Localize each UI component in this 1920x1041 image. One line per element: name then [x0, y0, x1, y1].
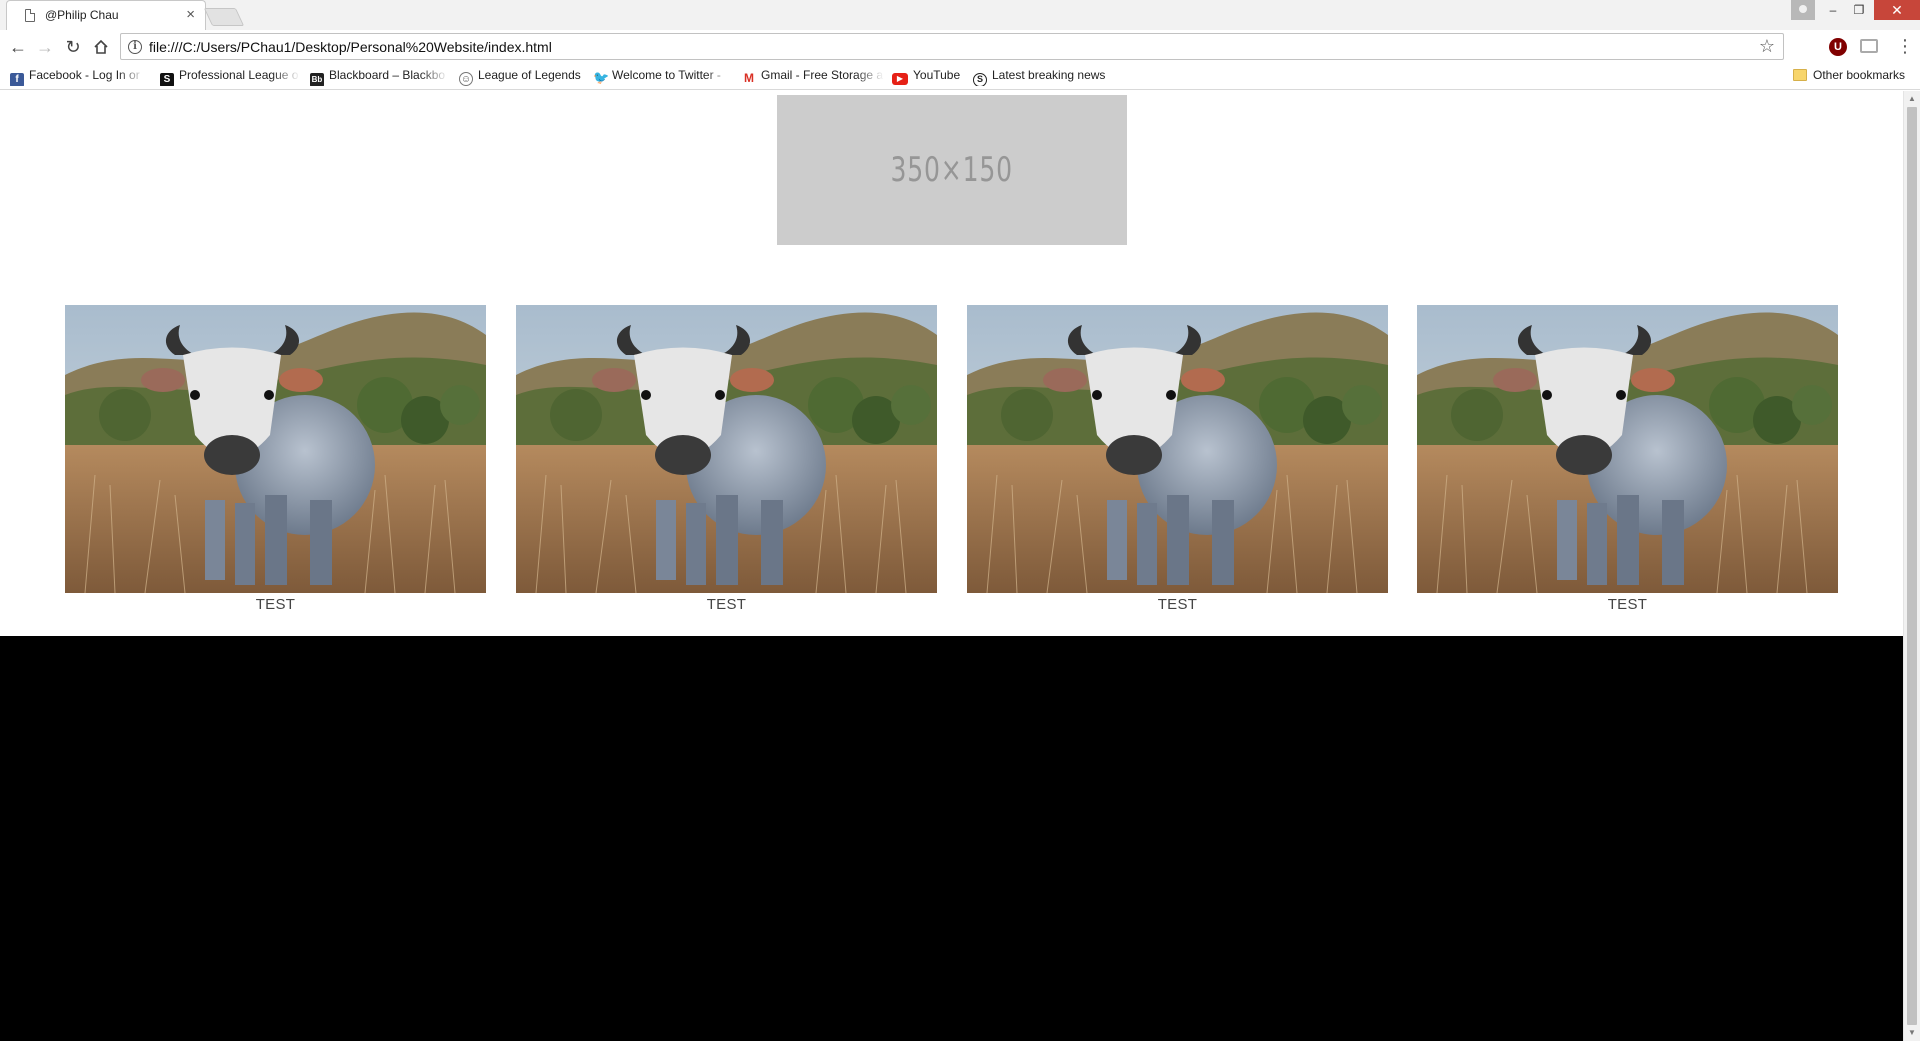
info-icon[interactable]: i: [128, 40, 142, 54]
bull-photo: [967, 305, 1388, 593]
address-bar[interactable]: i file:///C:/Users/PChau1/Desktop/Person…: [120, 33, 1784, 60]
bookmark-latest-news[interactable]: S Latest breaking news: [973, 68, 1123, 86]
vertical-scrollbar[interactable]: ▲ ▼: [1903, 91, 1920, 1041]
bookmark-professional-league[interactable]: S Professional League o: [160, 68, 300, 86]
bull-photo: [65, 305, 486, 593]
page-icon: [25, 9, 35, 22]
gallery-card[interactable]: TEST: [65, 305, 486, 613]
other-bookmarks[interactable]: Other bookmarks: [1793, 68, 1905, 82]
hero-placeholder-image: 350×150: [777, 95, 1127, 245]
bookmark-facebook[interactable]: f Facebook - Log In or: [10, 68, 145, 86]
close-window-button[interactable]: ✕: [1874, 0, 1920, 20]
browser-toolbar: ← → ↻ i file:///C:/Users/PChau1/Desktop/…: [0, 30, 1920, 63]
menu-icon[interactable]: ⋮: [1896, 35, 1914, 57]
folder-icon: [1793, 69, 1807, 81]
tab-close-icon[interactable]: ×: [186, 6, 195, 24]
facebook-icon: f: [10, 73, 24, 86]
gmail-icon: M: [742, 71, 756, 85]
back-icon[interactable]: ←: [6, 35, 30, 59]
lol-icon: ☺: [459, 72, 473, 86]
league-icon: S: [160, 73, 174, 86]
bookmark-youtube[interactable]: ▶ YouTube: [892, 68, 972, 86]
twitter-icon: 🐦: [593, 70, 610, 85]
scroll-thumb[interactable]: [1907, 107, 1917, 1025]
news-icon: S: [973, 73, 987, 86]
gallery-card[interactable]: TEST: [516, 305, 937, 613]
scroll-up-icon[interactable]: ▲: [1904, 91, 1920, 107]
bookmark-league-of-legends[interactable]: ☺ League of Legends: [459, 68, 594, 86]
ublock-icon[interactable]: U: [1829, 38, 1847, 56]
bookmark-blackboard[interactable]: Bb Blackboard – Blackbo: [310, 68, 448, 86]
card-caption: TEST: [1157, 596, 1198, 613]
maximize-button[interactable]: ❐: [1846, 0, 1872, 20]
profile-icon[interactable]: [1791, 0, 1815, 20]
bookmark-gmail[interactable]: M Gmail - Free Storage a: [742, 68, 884, 86]
new-tab-button[interactable]: [203, 8, 245, 26]
tab-title: @Philip Chau: [45, 8, 119, 22]
home-icon[interactable]: [89, 35, 113, 59]
card-caption: TEST: [706, 596, 747, 613]
bookmarks-bar: f Facebook - Log In or S Professional Leag…: [0, 63, 1920, 90]
minimize-button[interactable]: –: [1820, 0, 1846, 20]
placeholder-label: 350×150: [890, 150, 1014, 190]
browser-tab[interactable]: @Philip Chau ×: [6, 0, 206, 30]
card-caption: TEST: [1607, 596, 1648, 613]
bull-photo: [1417, 305, 1838, 593]
youtube-icon: ▶: [892, 73, 908, 85]
footer-section: [0, 636, 1903, 1041]
bookmark-twitter[interactable]: 🐦 Welcome to Twitter -: [593, 68, 733, 86]
card-caption: TEST: [255, 596, 296, 613]
scroll-down-icon[interactable]: ▼: [1904, 1025, 1920, 1041]
star-icon[interactable]: ☆: [1759, 36, 1775, 57]
url-text[interactable]: file:///C:/Users/PChau1/Desktop/Personal…: [149, 39, 552, 55]
gallery-card[interactable]: TEST: [1417, 305, 1838, 613]
page-viewport: 350×150 TEST TEST TEST TEST: [0, 91, 1903, 1041]
tab-strip: @Philip Chau × – ❐ ✕: [0, 0, 1920, 30]
bull-photo: [516, 305, 937, 593]
blackboard-icon: Bb: [310, 73, 324, 86]
forward-icon[interactable]: →: [33, 35, 57, 59]
cast-icon[interactable]: [1860, 39, 1878, 53]
gallery-card[interactable]: TEST: [967, 305, 1388, 613]
reload-icon[interactable]: ↻: [61, 35, 85, 59]
